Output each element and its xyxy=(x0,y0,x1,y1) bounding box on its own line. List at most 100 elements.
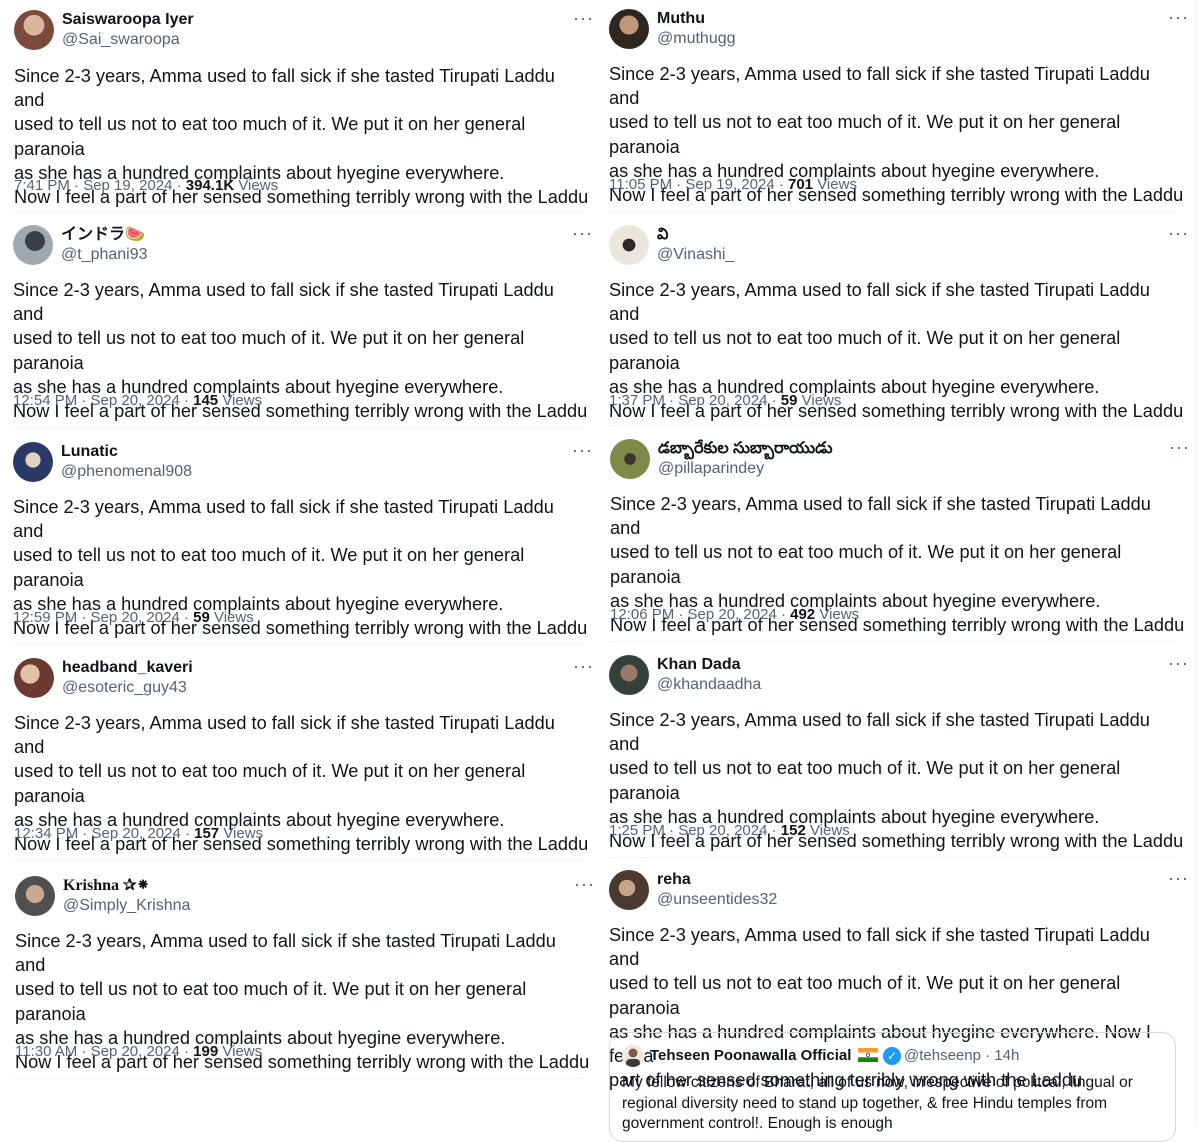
more-options-icon[interactable]: ··· xyxy=(1168,654,1189,672)
views-label: Views xyxy=(238,177,279,194)
display-name[interactable]: インドラ🍉 xyxy=(61,225,145,245)
views-count: 59 xyxy=(193,609,210,626)
avatar[interactable] xyxy=(609,655,649,695)
avatar[interactable] xyxy=(14,658,54,698)
tweet-meta: 1:25 PM · Sep 20, 2024 · 152 Views xyxy=(609,822,850,839)
more-options-icon[interactable]: ··· xyxy=(1168,224,1189,242)
avatar[interactable] xyxy=(15,876,55,916)
timestamp[interactable]: 11:05 PM · Sep 19, 2024 · xyxy=(609,176,788,193)
more-options-icon[interactable]: ··· xyxy=(1169,438,1190,456)
views-label: Views xyxy=(819,606,860,623)
tweet-meta: 1:37 PM · Sep 20, 2024 · 59 Views xyxy=(609,392,841,409)
views-count: 145 xyxy=(193,392,219,409)
display-name[interactable]: Lunatic xyxy=(61,442,118,462)
avatar-image xyxy=(13,442,53,482)
quoted-avatar-image xyxy=(622,1045,644,1067)
user-handle[interactable]: @khandaadha xyxy=(657,675,761,695)
more-options-icon[interactable]: ··· xyxy=(573,9,594,27)
timestamp[interactable]: 11:30 AM · Sep 20, 2024 · xyxy=(15,1043,193,1060)
timestamp[interactable]: 12:34 PM · Sep 20, 2024 · xyxy=(14,825,194,842)
user-handle[interactable]: @Sai_swaroopa xyxy=(62,30,180,50)
display-name[interactable]: headband_kaveri xyxy=(62,658,193,678)
divider xyxy=(14,643,582,644)
avatar-image xyxy=(13,225,53,265)
more-options-icon[interactable]: ··· xyxy=(572,224,593,242)
views-label: Views xyxy=(213,609,254,626)
divider xyxy=(609,425,1176,426)
avatar[interactable] xyxy=(13,225,53,265)
views-label: Views xyxy=(801,392,842,409)
avatar-image xyxy=(609,225,649,265)
timestamp[interactable]: 7:41 PM · Sep 19, 2024 · xyxy=(14,177,186,194)
avatar-image xyxy=(14,10,54,50)
user-handle[interactable]: @Simply_Krishna xyxy=(63,896,190,916)
user-handle[interactable]: @muthugg xyxy=(657,29,736,49)
timestamp[interactable]: 12:54 PM · Sep 20, 2024 · xyxy=(13,392,193,409)
quoted-display-name[interactable]: Tehseen Poonawalla Official xyxy=(650,1047,851,1064)
display-name[interactable]: Khan Dada xyxy=(657,655,741,675)
more-options-icon[interactable]: ··· xyxy=(572,441,593,459)
user-handle[interactable]: @Vinashi_ xyxy=(657,245,734,265)
display-name[interactable]: Saiswaroopa Iyer xyxy=(62,10,194,30)
column-border xyxy=(1196,0,1197,1126)
divider xyxy=(14,860,582,861)
avatar-image xyxy=(14,658,54,698)
divider xyxy=(14,427,582,428)
views-count: 199 xyxy=(193,1043,219,1060)
more-options-icon[interactable]: ··· xyxy=(573,657,594,675)
avatar-image xyxy=(610,439,650,479)
tweet-meta: 12:34 PM · Sep 20, 2024 · 157 Views xyxy=(14,825,263,842)
views-label: Views xyxy=(809,822,850,839)
avatar[interactable] xyxy=(609,9,649,49)
views-count: 157 xyxy=(194,825,220,842)
timestamp[interactable]: 12:06 PM · Sep 20, 2024 · xyxy=(610,606,790,623)
views-label: Views xyxy=(817,176,857,193)
india-flag-icon xyxy=(858,1048,878,1062)
divider xyxy=(14,1078,582,1079)
display-name[interactable]: Krishna ✰⁕ xyxy=(63,876,150,896)
more-options-icon[interactable]: ··· xyxy=(1168,869,1189,887)
more-options-icon[interactable]: ··· xyxy=(1168,8,1189,26)
divider xyxy=(14,212,582,213)
avatar[interactable] xyxy=(610,439,650,479)
display-name[interactable]: reha xyxy=(657,870,691,890)
avatar[interactable] xyxy=(14,10,54,50)
tweet-meta: 12:54 PM · Sep 20, 2024 · 145 Views xyxy=(13,392,262,409)
views-count: 59 xyxy=(780,392,798,409)
display-name[interactable]: డబ్బారేకుల సుబ్బారాయుడు xyxy=(658,439,832,459)
timestamp[interactable]: 1:37 PM · Sep 20, 2024 · xyxy=(609,392,781,409)
tweet-meta: 11:30 AM · Sep 20, 2024 · 199 Views xyxy=(15,1043,262,1060)
verified-badge-icon: ✓ xyxy=(883,1047,901,1065)
views-count: 701 xyxy=(788,176,814,193)
tweet-meta: 12:06 PM · Sep 20, 2024 · 492 Views xyxy=(610,606,859,623)
display-name[interactable]: Muthu xyxy=(657,9,705,29)
user-handle[interactable]: @esoteric_guy43 xyxy=(62,678,187,698)
tweet-meta: 12:59 PM · Sep 20, 2024 · 59 Views xyxy=(13,609,254,626)
tweet-meta: 7:41 PM · Sep 19, 2024 · 394.1K Views xyxy=(14,177,278,194)
quoted-handle-time[interactable]: @tehseenp · 14h xyxy=(904,1047,1019,1064)
timestamp[interactable]: 1:25 PM · Sep 20, 2024 · xyxy=(609,822,781,839)
avatar-image xyxy=(15,876,55,916)
views-label: Views xyxy=(223,825,264,842)
avatar[interactable] xyxy=(609,870,649,910)
timestamp[interactable]: 12:59 PM · Sep 20, 2024 · xyxy=(13,609,193,626)
avatar[interactable] xyxy=(13,442,53,482)
views-label: Views xyxy=(222,392,263,409)
more-options-icon[interactable]: ··· xyxy=(574,875,595,893)
divider xyxy=(609,641,1176,642)
avatar[interactable] xyxy=(609,225,649,265)
user-handle[interactable]: @phenomenal908 xyxy=(61,462,192,482)
avatar-image xyxy=(609,655,649,695)
divider xyxy=(609,211,1176,212)
views-count: 394.1K xyxy=(185,177,235,194)
tweet-meta: 11:05 PM · Sep 19, 2024 · 701 Views xyxy=(609,176,857,193)
views-count: 492 xyxy=(790,606,816,623)
views-count: 152 xyxy=(780,822,806,839)
user-handle[interactable]: @pillaparindey xyxy=(658,459,764,479)
divider xyxy=(609,857,1176,858)
quoted-avatar[interactable] xyxy=(622,1045,644,1067)
user-handle[interactable]: @unseentides32 xyxy=(657,890,777,910)
display-name[interactable]: వి xyxy=(657,225,668,245)
avatar-image xyxy=(609,9,649,49)
user-handle[interactable]: @t_phani93 xyxy=(61,245,148,265)
